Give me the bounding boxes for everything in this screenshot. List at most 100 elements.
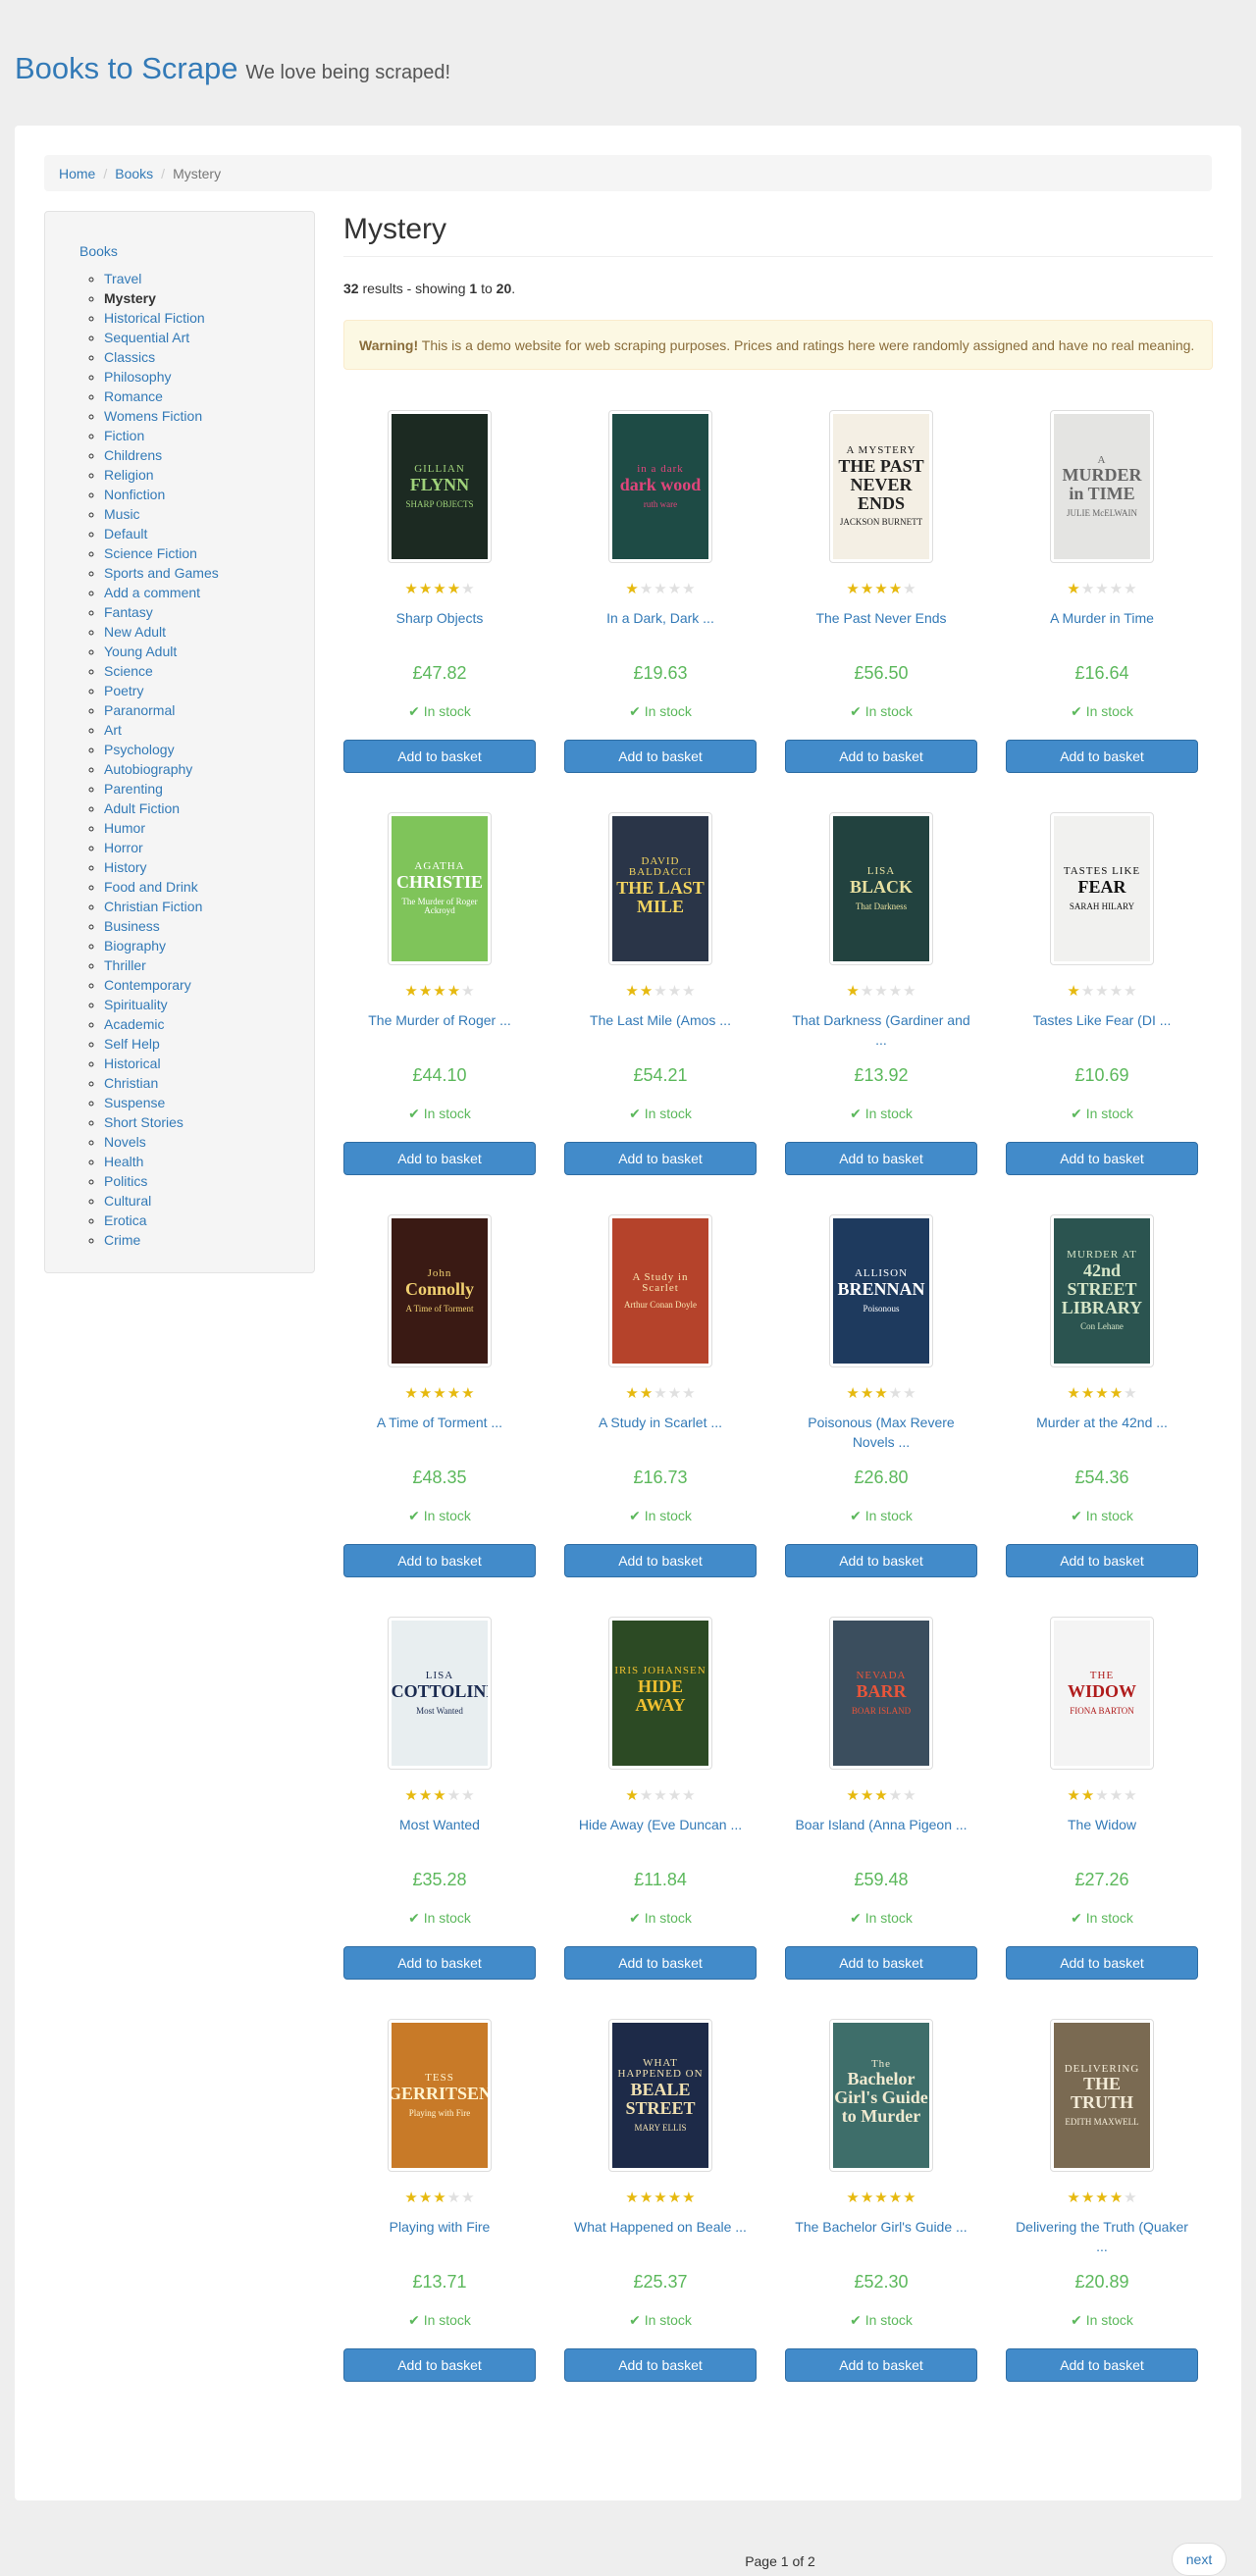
book-cover-link[interactable]: John Connolly A Time of Torment bbox=[388, 1214, 492, 1367]
add-to-basket-button[interactable]: Add to basket bbox=[343, 1142, 536, 1175]
category-link[interactable]: Christian Fiction bbox=[104, 899, 202, 914]
add-to-basket-button[interactable]: Add to basket bbox=[343, 1544, 536, 1577]
add-to-basket-button[interactable]: Add to basket bbox=[564, 740, 757, 773]
book-title-link[interactable]: Tastes Like Fear (DI ... bbox=[1033, 1012, 1172, 1028]
book-cover-link[interactable]: GILLIAN FLYNN SHARP OBJECTS bbox=[388, 410, 492, 563]
category-link[interactable]: Romance bbox=[104, 388, 163, 404]
category-link[interactable]: Suspense bbox=[104, 1095, 165, 1110]
category-link[interactable]: Childrens bbox=[104, 447, 162, 463]
category-link[interactable]: Health bbox=[104, 1154, 143, 1169]
book-title-link[interactable]: Hide Away (Eve Duncan ... bbox=[579, 1817, 742, 1832]
category-link[interactable]: Spirituality bbox=[104, 997, 168, 1012]
book-cover-link[interactable]: A MYSTERY THE PAST NEVER ENDS JACKSON BURN… bbox=[829, 410, 933, 563]
book-cover-link[interactable]: AGATHA CHRISTIE The Murder of Roger Ackroy… bbox=[388, 812, 492, 965]
add-to-basket-button[interactable]: Add to basket bbox=[1006, 1946, 1198, 1980]
category-link[interactable]: Novels bbox=[104, 1134, 146, 1150]
add-to-basket-button[interactable]: Add to basket bbox=[1006, 2348, 1198, 2382]
category-link[interactable]: Science Fiction bbox=[104, 545, 197, 561]
book-title-link[interactable]: In a Dark, Dark ... bbox=[606, 610, 714, 626]
book-cover-link[interactable]: THE WIDOW FIONA BARTON bbox=[1050, 1617, 1154, 1770]
brand-link[interactable]: Books to Scrape bbox=[15, 51, 237, 85]
category-link[interactable]: Science bbox=[104, 663, 153, 679]
category-link[interactable]: Erotica bbox=[104, 1212, 147, 1228]
book-title-link[interactable]: The Last Mile (Amos ... bbox=[590, 1012, 731, 1028]
category-link[interactable]: Autobiography bbox=[104, 761, 192, 777]
pager-next-button[interactable]: next bbox=[1172, 2543, 1227, 2576]
add-to-basket-button[interactable]: Add to basket bbox=[1006, 740, 1198, 773]
category-link[interactable]: Music bbox=[104, 506, 140, 522]
category-link[interactable]: Paranormal bbox=[104, 702, 175, 718]
category-link[interactable]: Biography bbox=[104, 938, 166, 953]
book-title-link[interactable]: Playing with Fire bbox=[390, 2219, 491, 2235]
category-root-books[interactable]: Books bbox=[60, 241, 299, 261]
category-link[interactable]: Parenting bbox=[104, 781, 163, 797]
category-link[interactable]: Historical Fiction bbox=[104, 310, 205, 326]
category-link[interactable]: Young Adult bbox=[104, 644, 177, 659]
book-title-link[interactable]: A Time of Torment ... bbox=[377, 1415, 502, 1430]
book-title-link[interactable]: That Darkness (Gardiner and ... bbox=[792, 1012, 969, 1048]
book-title-link[interactable]: Murder at the 42nd ... bbox=[1036, 1415, 1168, 1430]
category-link[interactable]: Contemporary bbox=[104, 977, 191, 993]
category-link[interactable]: Mystery bbox=[104, 290, 156, 306]
category-link[interactable]: Fantasy bbox=[104, 604, 153, 620]
add-to-basket-button[interactable]: Add to basket bbox=[343, 740, 536, 773]
category-link[interactable]: Womens Fiction bbox=[104, 408, 202, 424]
category-link[interactable]: Christian bbox=[104, 1075, 158, 1091]
add-to-basket-button[interactable]: Add to basket bbox=[564, 1946, 757, 1980]
category-link[interactable]: History bbox=[104, 859, 147, 875]
book-cover-link[interactable]: ALLISON BRENNAN Poisonous bbox=[829, 1214, 933, 1367]
book-cover-link[interactable]: NEVADA BARR BOAR ISLAND bbox=[829, 1617, 933, 1770]
book-title-link[interactable]: The Widow bbox=[1068, 1817, 1136, 1832]
category-link[interactable]: New Adult bbox=[104, 624, 166, 640]
category-link[interactable]: Cultural bbox=[104, 1193, 151, 1209]
category-link[interactable]: Crime bbox=[104, 1232, 140, 1248]
category-link[interactable]: Self Help bbox=[104, 1036, 160, 1052]
category-link[interactable]: Religion bbox=[104, 467, 154, 483]
book-cover-link[interactable]: A MURDER in TIME JULIE McELWAIN bbox=[1050, 410, 1154, 563]
category-link[interactable]: Default bbox=[104, 526, 147, 541]
category-link[interactable]: Adult Fiction bbox=[104, 800, 180, 816]
book-title-link[interactable]: A Study in Scarlet ... bbox=[599, 1415, 722, 1430]
category-link[interactable]: Thriller bbox=[104, 957, 146, 973]
category-link[interactable]: Add a comment bbox=[104, 585, 200, 600]
add-to-basket-button[interactable]: Add to basket bbox=[343, 2348, 536, 2382]
category-link[interactable]: Fiction bbox=[104, 428, 144, 443]
book-cover-link[interactable]: LISASCOTTOLINE Most Wanted bbox=[388, 1617, 492, 1770]
book-cover-link[interactable]: DAVID BALDACCI THE LAST MILE bbox=[608, 812, 712, 965]
add-to-basket-button[interactable]: Add to basket bbox=[564, 2348, 757, 2382]
add-to-basket-button[interactable]: Add to basket bbox=[785, 740, 977, 773]
book-cover-link[interactable]: A Study in Scarlet Arthur Conan Doyle bbox=[608, 1214, 712, 1367]
add-to-basket-button[interactable]: Add to basket bbox=[343, 1946, 536, 1980]
add-to-basket-button[interactable]: Add to basket bbox=[785, 1946, 977, 1980]
book-cover-link[interactable]: TASTES LIKE FEAR SARAH HILARY bbox=[1050, 812, 1154, 965]
breadcrumb-books[interactable]: Books bbox=[115, 166, 153, 181]
add-to-basket-button[interactable]: Add to basket bbox=[1006, 1544, 1198, 1577]
book-cover-link[interactable]: LISA BLACK That Darkness bbox=[829, 812, 933, 965]
book-title-link[interactable]: Delivering the Truth (Quaker ... bbox=[1016, 2219, 1188, 2254]
book-title-link[interactable]: The Past Never Ends bbox=[815, 610, 946, 626]
book-cover-link[interactable]: MURDER AT 42nd STREET LIBRARY Con Lehane bbox=[1050, 1214, 1154, 1367]
book-cover-link[interactable]: IRIS JOHANSEN HIDE AWAY bbox=[608, 1617, 712, 1770]
category-link[interactable]: Short Stories bbox=[104, 1114, 183, 1130]
add-to-basket-button[interactable]: Add to basket bbox=[1006, 1142, 1198, 1175]
add-to-basket-button[interactable]: Add to basket bbox=[564, 1544, 757, 1577]
category-link[interactable]: Sports and Games bbox=[104, 565, 219, 581]
add-to-basket-button[interactable]: Add to basket bbox=[785, 2348, 977, 2382]
category-link[interactable]: Nonfiction bbox=[104, 487, 165, 502]
category-link[interactable]: Art bbox=[104, 722, 122, 738]
book-title-link[interactable]: A Murder in Time bbox=[1050, 610, 1154, 626]
add-to-basket-button[interactable]: Add to basket bbox=[785, 1142, 977, 1175]
category-link[interactable]: Politics bbox=[104, 1173, 147, 1189]
book-title-link[interactable]: Poisonous (Max Revere Novels ... bbox=[808, 1415, 954, 1450]
book-cover-link[interactable]: in a dark dark wood ruth ware bbox=[608, 410, 712, 563]
book-title-link[interactable]: The Murder of Roger ... bbox=[368, 1012, 511, 1028]
category-link[interactable]: Travel bbox=[104, 271, 141, 286]
book-cover-link[interactable]: WHAT HAPPENED ON BEALE STREET MARY ELLIS bbox=[608, 2019, 712, 2172]
book-cover-link[interactable]: TESS GERRITSEN Playing with Fire bbox=[388, 2019, 492, 2172]
category-link[interactable]: Business bbox=[104, 918, 160, 934]
category-link[interactable]: Philosophy bbox=[104, 369, 172, 385]
add-to-basket-button[interactable]: Add to basket bbox=[564, 1142, 757, 1175]
book-title-link[interactable]: The Bachelor Girl's Guide ... bbox=[795, 2219, 967, 2235]
category-link[interactable]: Academic bbox=[104, 1016, 164, 1032]
category-link[interactable]: Poetry bbox=[104, 683, 143, 698]
